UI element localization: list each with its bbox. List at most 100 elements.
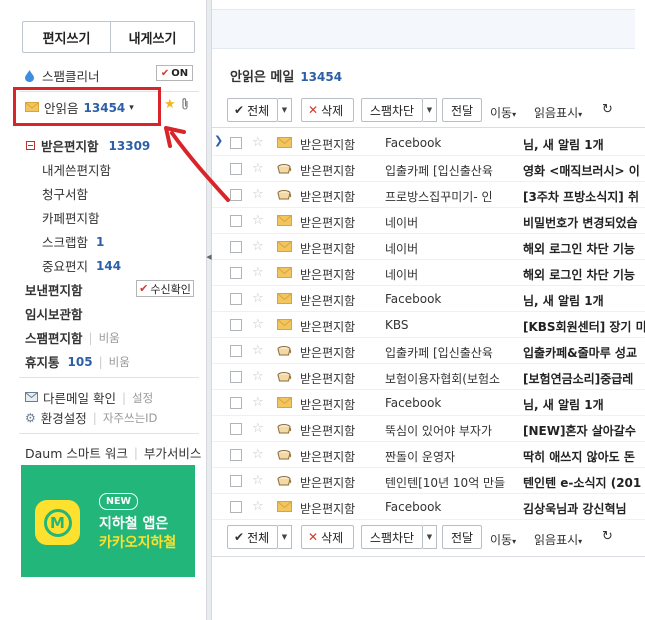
- refresh-icon[interactable]: ↻: [602, 529, 613, 544]
- mark-read-menu[interactable]: 읽음표시▾: [534, 531, 582, 548]
- row-subject[interactable]: 딱히 애쓰지 않아도 돈: [523, 448, 645, 465]
- drafts-folder[interactable]: 임시보관함: [25, 304, 83, 323]
- row-subject[interactable]: 입출카페&줄마루 성교: [523, 344, 645, 361]
- star-icon[interactable]: ☆: [252, 447, 264, 462]
- star-icon[interactable]: ☆: [252, 239, 264, 254]
- mail-row[interactable]: ☆ 받은편지함 Facebook 김상욱님과 강신혁님: [212, 494, 645, 520]
- star-icon[interactable]: ☆: [252, 499, 264, 514]
- row-checkbox[interactable]: [230, 449, 242, 461]
- mark-read-menu[interactable]: 읽음표시▾: [534, 104, 582, 121]
- delete-button[interactable]: ✕ 삭제: [301, 525, 354, 549]
- mail-row[interactable]: ☆ 받은편지함 보험이용자협회(보험소 [보험연금소리]중급레: [212, 364, 645, 390]
- row-sender[interactable]: 보험이용자협회(보험소: [385, 370, 512, 387]
- block-spam-button[interactable]: 스팸차단: [361, 98, 423, 122]
- mail-row[interactable]: ☆ 받은편지함 입출카페 [입신출산육 입출카페&줄마루 성교: [212, 338, 645, 364]
- row-sender[interactable]: 네이버: [385, 214, 512, 231]
- row-checkbox[interactable]: [230, 137, 242, 149]
- mail-row[interactable]: ☆ 받은편지함 네이버 해외 로그인 차단 기능: [212, 260, 645, 286]
- mail-row[interactable]: ☆ 받은편지함 Facebook 님, 새 알림 1개: [212, 390, 645, 416]
- refresh-icon[interactable]: ↻: [602, 102, 613, 117]
- row-checkbox[interactable]: [230, 319, 242, 331]
- mail-row[interactable]: ☆ 받은편지함 네이버 해외 로그인 차단 기능: [212, 234, 645, 260]
- row-subject[interactable]: 해외 로그인 차단 기능: [523, 240, 645, 257]
- row-sender[interactable]: 프로방스집꾸미기- 인: [385, 188, 512, 205]
- row-sender[interactable]: 네이버: [385, 266, 512, 283]
- row-sender[interactable]: 입출카페 [입신출산육: [385, 162, 512, 179]
- subfolder-cafe[interactable]: 카페편지함: [42, 208, 100, 227]
- select-all-dropdown[interactable]: ▼: [278, 98, 292, 122]
- empty-trash-link[interactable]: 비움: [109, 354, 130, 370]
- star-icon[interactable]: ☆: [252, 421, 264, 436]
- row-checkbox[interactable]: [230, 345, 242, 357]
- spam-cleaner-toggle[interactable]: ✔ ON: [156, 65, 193, 81]
- star-icon[interactable]: ☆: [252, 317, 264, 332]
- star-icon[interactable]: ☆: [252, 187, 264, 202]
- mail-row[interactable]: ☆ 받은편지함 입출카페 [입신출산육 영화 <매직브러시> 이: [212, 156, 645, 182]
- forward-button[interactable]: 전달: [442, 98, 482, 122]
- block-spam-dropdown[interactable]: ▼: [423, 525, 437, 549]
- sent-folder[interactable]: 보낸편지함: [25, 280, 83, 299]
- select-all-dropdown[interactable]: ▼: [278, 525, 292, 549]
- star-icon[interactable]: ☆: [252, 265, 264, 280]
- row-checkbox[interactable]: [230, 371, 242, 383]
- row-checkbox[interactable]: [230, 423, 242, 435]
- star-icon[interactable]: ☆: [252, 213, 264, 228]
- mail-row[interactable]: ☆ 받은편지함 뚝심이 있어야 부자가 [NEW]혼자 살아갈수: [212, 416, 645, 442]
- row-subject[interactable]: 영화 <매직브러시> 이: [523, 162, 645, 179]
- other-mail-label[interactable]: 다른메일 확인: [43, 388, 116, 407]
- mail-row[interactable]: ☆ 받은편지함 네이버 비밀번호가 변경되었습: [212, 208, 645, 234]
- inbox-folder[interactable]: 받은편지함 13309: [26, 136, 150, 155]
- select-all-button[interactable]: ✔ 전체: [227, 98, 278, 122]
- mail-row[interactable]: ☆ 받은편지함 짠돌이 운영자 딱히 애쓰지 않아도 돈: [212, 442, 645, 468]
- subfolder-bills[interactable]: 청구서함: [42, 184, 88, 203]
- row-checkbox[interactable]: [230, 241, 242, 253]
- block-spam-dropdown[interactable]: ▼: [423, 98, 437, 122]
- row-sender[interactable]: 네이버: [385, 240, 512, 257]
- other-mail-settings-link[interactable]: 설정: [132, 390, 153, 406]
- subfolder-important[interactable]: 중요편지 144: [42, 256, 121, 275]
- star-icon[interactable]: ☆: [252, 291, 264, 306]
- row-sender[interactable]: Facebook: [385, 500, 512, 514]
- settings-label[interactable]: 환경설정: [41, 408, 87, 427]
- row-checkbox[interactable]: [230, 475, 242, 487]
- row-checkbox[interactable]: [230, 501, 242, 513]
- star-icon[interactable]: ☆: [252, 473, 264, 488]
- mail-row[interactable]: ❯ ☆ 받은편지함 Facebook 님, 새 알림 1개: [212, 130, 645, 156]
- row-checkbox[interactable]: [230, 267, 242, 279]
- move-menu[interactable]: 이동▾: [490, 531, 516, 548]
- block-spam-button[interactable]: 스팸차단: [361, 525, 423, 549]
- row-checkbox[interactable]: [230, 293, 242, 305]
- mail-row[interactable]: ☆ 받은편지함 텐인텐[10년 10억 만들 텐인텐 e-소식지 (201: [212, 468, 645, 494]
- star-icon[interactable]: ☆: [252, 369, 264, 384]
- row-sender[interactable]: 뚝심이 있어야 부자가: [385, 422, 512, 439]
- row-sender[interactable]: Facebook: [385, 136, 512, 150]
- row-sender[interactable]: 짠돌이 운영자: [385, 448, 512, 465]
- row-checkbox[interactable]: [230, 215, 242, 227]
- smart-work-link[interactable]: Daum 스마트 워크: [25, 443, 128, 462]
- move-menu[interactable]: 이동▾: [490, 104, 516, 121]
- collapse-icon[interactable]: [26, 141, 35, 150]
- row-checkbox[interactable]: [230, 189, 242, 201]
- row-checkbox[interactable]: [230, 397, 242, 409]
- attachment-filter-icon[interactable]: [181, 97, 189, 113]
- row-checkbox[interactable]: [230, 163, 242, 175]
- spam-folder[interactable]: 스팸편지함 | 비움: [25, 328, 120, 347]
- subfolder-scrap[interactable]: 스크랩함 1: [42, 232, 104, 251]
- delete-button[interactable]: ✕ 삭제: [301, 98, 354, 122]
- row-subject[interactable]: 비밀번호가 변경되었습: [523, 214, 645, 231]
- write-to-self-button[interactable]: 내게쓰기: [110, 21, 195, 53]
- kakao-subway-ad-banner[interactable]: M NEW 지하철 앱은 카카오지하철: [21, 465, 195, 577]
- row-subject[interactable]: 김상욱님과 강신혁님: [523, 500, 645, 517]
- row-sender[interactable]: KBS: [385, 318, 512, 332]
- empty-spam-link[interactable]: 비움: [99, 330, 120, 346]
- mail-row[interactable]: ☆ 받은편지함 Facebook 님, 새 알림 1개: [212, 286, 645, 312]
- row-subject[interactable]: [3주차 프방소식지] 취: [523, 188, 645, 205]
- star-filter-icon[interactable]: ★: [164, 97, 176, 112]
- addon-services-link[interactable]: 부가서비스: [144, 443, 202, 462]
- row-subject[interactable]: 님, 새 알림 1개: [523, 396, 645, 413]
- row-subject[interactable]: 님, 새 알림 1개: [523, 136, 645, 153]
- row-sender[interactable]: 텐인텐[10년 10억 만들: [385, 474, 512, 491]
- star-icon[interactable]: ☆: [252, 395, 264, 410]
- row-subject[interactable]: [NEW]혼자 살아갈수: [523, 422, 645, 439]
- row-sender[interactable]: 입출카페 [입신출산육: [385, 344, 512, 361]
